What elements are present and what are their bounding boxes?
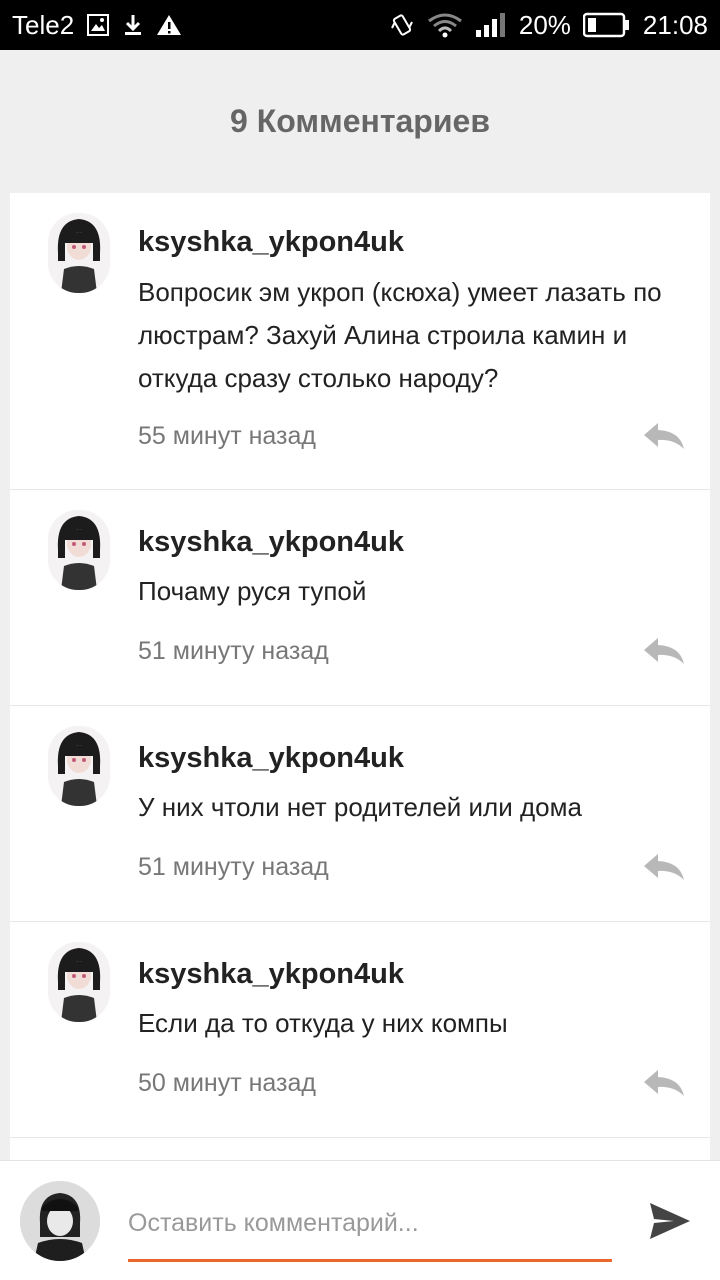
- send-icon[interactable]: [648, 1201, 692, 1241]
- comment-text: Почаму руся тупой: [138, 576, 367, 606]
- comment-time: 51 минуту назад: [138, 853, 329, 881]
- avatar[interactable]: [48, 726, 110, 806]
- my-avatar[interactable]: [20, 1181, 100, 1261]
- comment-text: Если да то откуда у них компы: [138, 1008, 508, 1038]
- input-underline: [128, 1259, 612, 1262]
- comment-text: Вопросик эм укроп (ксюха) умеет лазать п…: [138, 277, 662, 393]
- image-icon: [86, 13, 110, 37]
- comment-time: 50 минут назад: [138, 1069, 316, 1097]
- reply-icon[interactable]: [642, 1068, 686, 1098]
- reply-icon[interactable]: [642, 421, 686, 451]
- reply-icon[interactable]: [642, 852, 686, 882]
- comment-text: У них чтоли нет родителей или дома: [138, 792, 582, 822]
- carrier-label: Tele2: [12, 9, 75, 40]
- avatar[interactable]: [48, 213, 110, 293]
- comment-time: 55 минут назад: [138, 422, 316, 450]
- comment-list[interactable]: ksyshka_ykpon4uk Вопросик эм укроп (ксюх…: [10, 193, 710, 1160]
- comments-header: 9 Комментариев: [0, 50, 720, 193]
- comment-item: ksyshka_ykpon4uk Если да то откуда у них…: [10, 922, 710, 1138]
- comment-author[interactable]: ksyshka_ykpon4uk: [138, 226, 404, 259]
- comment-item: ksyshka_ykpon4uk У них чтоли нет родител…: [10, 706, 710, 922]
- vibrate-icon: [389, 12, 415, 38]
- page-title: 9 Комментариев: [230, 103, 490, 139]
- comment-composer: [0, 1160, 720, 1280]
- battery-percent: 20%: [518, 9, 571, 40]
- comment-item: ksyshka_ykpon4uk Почаму руся тупой 51 ми…: [10, 490, 710, 706]
- signal-icon: [475, 12, 507, 38]
- battery-icon: [582, 12, 631, 38]
- reply-icon[interactable]: [642, 636, 686, 666]
- avatar[interactable]: [48, 942, 110, 1022]
- comment-time: 51 минуту назад: [138, 637, 329, 665]
- warning-icon: [156, 13, 182, 37]
- avatar[interactable]: [48, 510, 110, 590]
- clock: 21:08: [642, 9, 708, 40]
- comment-author[interactable]: ksyshka_ykpon4uk: [138, 742, 404, 775]
- comment-input[interactable]: [128, 1201, 612, 1245]
- comment-author[interactable]: ksyshka_ykpon4uk: [138, 958, 404, 991]
- comment-author[interactable]: ksyshka_ykpon4uk: [138, 526, 404, 559]
- download-icon: [122, 13, 144, 37]
- wifi-icon: [427, 12, 463, 38]
- comment-item: ksyshka_ykpon4uk Вопросик эм укроп (ксюх…: [10, 193, 710, 490]
- status-bar: Tele2 20% 21:08: [0, 0, 720, 50]
